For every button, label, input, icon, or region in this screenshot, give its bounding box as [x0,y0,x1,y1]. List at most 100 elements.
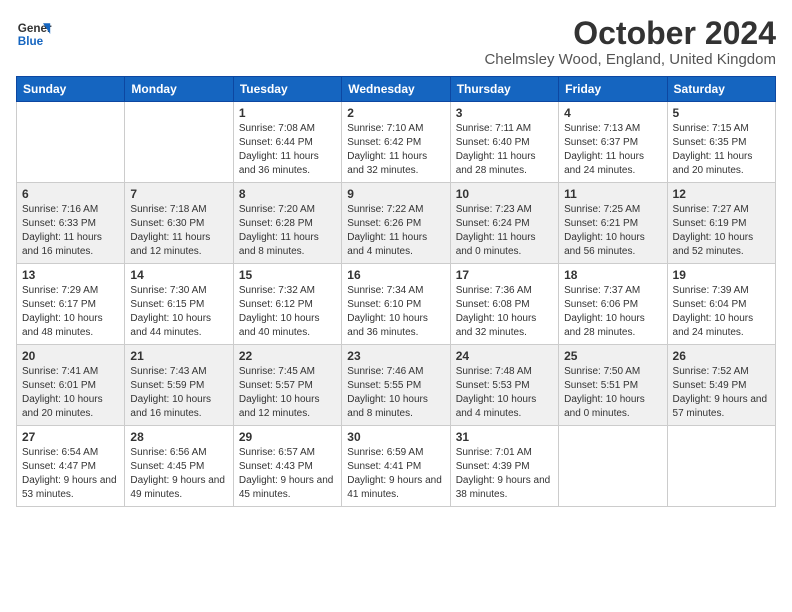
header-cell-tuesday: Tuesday [233,77,341,102]
calendar-cell: 1 Sunrise: 7:08 AM Sunset: 6:44 PM Daylig… [233,102,341,183]
day-info: Sunrise: 7:16 AM Sunset: 6:33 PM Dayligh… [22,203,119,259]
day-info: Sunrise: 7:39 AM Sunset: 6:04 PM Dayligh… [673,284,770,340]
day-number: 31 [456,430,553,444]
svg-text:Blue: Blue [18,35,44,48]
day-number: 5 [673,106,770,120]
day-number: 27 [22,430,119,444]
week-row-4: 20Sunrise: 7:41 AM Sunset: 6:01 PM Dayli… [17,345,776,426]
calendar-cell: 12 Sunrise: 7:27 AM Sunset: 6:19 PM Dayli… [667,183,775,264]
day-info: Sunrise: 7:13 AM Sunset: 6:37 PM Dayligh… [564,122,661,178]
day-info: Sunrise: 6:57 AM Sunset: 4:43 PM Dayligh… [239,446,336,502]
day-number: 22 [239,349,336,363]
day-number: 6 [22,187,119,201]
calendar-cell: 2 Sunrise: 7:10 AM Sunset: 6:42 PM Daylig… [342,102,450,183]
day-info: Sunrise: 7:34 AM Sunset: 6:10 PM Dayligh… [347,284,444,340]
day-number: 17 [456,268,553,282]
day-info: Sunrise: 7:18 AM Sunset: 6:30 PM Dayligh… [130,203,227,259]
day-number: 10 [456,187,553,201]
day-number: 24 [456,349,553,363]
calendar-cell [559,426,667,507]
calendar-cell: 31 Sunrise: 7:01 AM Sunset: 4:39 PM Dayli… [450,426,558,507]
day-info: Sunrise: 6:56 AM Sunset: 4:45 PM Dayligh… [130,446,227,502]
day-number: 26 [673,349,770,363]
day-info: Sunrise: 7:15 AM Sunset: 6:35 PM Dayligh… [673,122,770,178]
day-number: 29 [239,430,336,444]
calendar-cell: 20Sunrise: 7:41 AM Sunset: 6:01 PM Dayli… [17,345,125,426]
calendar-cell: 15 Sunrise: 7:32 AM Sunset: 6:12 PM Dayli… [233,264,341,345]
day-info: Sunrise: 7:20 AM Sunset: 6:28 PM Dayligh… [239,203,336,259]
day-info: Sunrise: 7:41 AM Sunset: 6:01 PM Dayligh… [22,365,119,421]
week-row-5: 27 Sunrise: 6:54 AM Sunset: 4:47 PM Dayli… [17,426,776,507]
day-number: 21 [130,349,227,363]
header-cell-wednesday: Wednesday [342,77,450,102]
header-cell-monday: Monday [125,77,233,102]
page-header: General Blue October 2024 Chelmsley Wood… [16,16,776,68]
day-info: Sunrise: 7:45 AM Sunset: 5:57 PM Dayligh… [239,365,336,421]
week-row-3: 13Sunrise: 7:29 AM Sunset: 6:17 PM Dayli… [17,264,776,345]
calendar-cell: 3 Sunrise: 7:11 AM Sunset: 6:40 PM Daylig… [450,102,558,183]
month-title: October 2024 [484,16,776,51]
day-info: Sunrise: 7:48 AM Sunset: 5:53 PM Dayligh… [456,365,553,421]
day-number: 11 [564,187,661,201]
day-info: Sunrise: 7:52 AM Sunset: 5:49 PM Dayligh… [673,365,770,421]
calendar-cell: 24 Sunrise: 7:48 AM Sunset: 5:53 PM Dayli… [450,345,558,426]
title-block: October 2024 Chelmsley Wood, England, Un… [484,16,776,68]
day-info: Sunrise: 7:25 AM Sunset: 6:21 PM Dayligh… [564,203,661,259]
day-info: Sunrise: 7:10 AM Sunset: 6:42 PM Dayligh… [347,122,444,178]
day-number: 3 [456,106,553,120]
calendar-cell: 18 Sunrise: 7:37 AM Sunset: 6:06 PM Dayli… [559,264,667,345]
day-number: 14 [130,268,227,282]
logo: General Blue [16,16,52,52]
day-number: 19 [673,268,770,282]
calendar-cell: 23Sunrise: 7:46 AM Sunset: 5:55 PM Dayli… [342,345,450,426]
day-info: Sunrise: 7:22 AM Sunset: 6:26 PM Dayligh… [347,203,444,259]
day-number: 18 [564,268,661,282]
day-info: Sunrise: 6:54 AM Sunset: 4:47 PM Dayligh… [22,446,119,502]
day-info: Sunrise: 7:37 AM Sunset: 6:06 PM Dayligh… [564,284,661,340]
logo-icon: General Blue [16,16,52,52]
day-number: 12 [673,187,770,201]
day-info: Sunrise: 7:46 AM Sunset: 5:55 PM Dayligh… [347,365,444,421]
day-number: 30 [347,430,444,444]
calendar-cell: 21 Sunrise: 7:43 AM Sunset: 5:59 PM Dayli… [125,345,233,426]
day-info: Sunrise: 7:27 AM Sunset: 6:19 PM Dayligh… [673,203,770,259]
calendar-cell: 29 Sunrise: 6:57 AM Sunset: 4:43 PM Dayli… [233,426,341,507]
day-number: 8 [239,187,336,201]
calendar-cell [125,102,233,183]
calendar-cell: 30Sunrise: 6:59 AM Sunset: 4:41 PM Dayli… [342,426,450,507]
calendar-cell: 8 Sunrise: 7:20 AM Sunset: 6:28 PM Daylig… [233,183,341,264]
calendar-cell: 16Sunrise: 7:34 AM Sunset: 6:10 PM Dayli… [342,264,450,345]
day-info: Sunrise: 7:43 AM Sunset: 5:59 PM Dayligh… [130,365,227,421]
day-info: Sunrise: 7:08 AM Sunset: 6:44 PM Dayligh… [239,122,336,178]
calendar-cell: 7 Sunrise: 7:18 AM Sunset: 6:30 PM Daylig… [125,183,233,264]
calendar-cell [667,426,775,507]
calendar-table: SundayMondayTuesdayWednesdayThursdayFrid… [16,76,776,507]
day-number: 15 [239,268,336,282]
calendar-cell: 28 Sunrise: 6:56 AM Sunset: 4:45 PM Dayli… [125,426,233,507]
day-number: 7 [130,187,227,201]
week-row-2: 6 Sunrise: 7:16 AM Sunset: 6:33 PM Daylig… [17,183,776,264]
day-number: 28 [130,430,227,444]
day-number: 1 [239,106,336,120]
calendar-body: 1 Sunrise: 7:08 AM Sunset: 6:44 PM Daylig… [17,102,776,507]
header-cell-thursday: Thursday [450,77,558,102]
header-row: SundayMondayTuesdayWednesdayThursdayFrid… [17,77,776,102]
day-info: Sunrise: 7:30 AM Sunset: 6:15 PM Dayligh… [130,284,227,340]
calendar-cell: 5 Sunrise: 7:15 AM Sunset: 6:35 PM Daylig… [667,102,775,183]
calendar-cell: 22 Sunrise: 7:45 AM Sunset: 5:57 PM Dayli… [233,345,341,426]
location-subtitle: Chelmsley Wood, England, United Kingdom [484,51,776,68]
day-info: Sunrise: 7:50 AM Sunset: 5:51 PM Dayligh… [564,365,661,421]
day-info: Sunrise: 7:23 AM Sunset: 6:24 PM Dayligh… [456,203,553,259]
calendar-cell: 13Sunrise: 7:29 AM Sunset: 6:17 PM Dayli… [17,264,125,345]
calendar-cell: 9Sunrise: 7:22 AM Sunset: 6:26 PM Daylig… [342,183,450,264]
day-info: Sunrise: 7:01 AM Sunset: 4:39 PM Dayligh… [456,446,553,502]
calendar-cell [17,102,125,183]
day-number: 2 [347,106,444,120]
header-cell-friday: Friday [559,77,667,102]
day-info: Sunrise: 7:11 AM Sunset: 6:40 PM Dayligh… [456,122,553,178]
calendar-cell: 26 Sunrise: 7:52 AM Sunset: 5:49 PM Dayli… [667,345,775,426]
header-cell-sunday: Sunday [17,77,125,102]
day-number: 13 [22,268,119,282]
week-row-1: 1 Sunrise: 7:08 AM Sunset: 6:44 PM Daylig… [17,102,776,183]
day-info: Sunrise: 7:32 AM Sunset: 6:12 PM Dayligh… [239,284,336,340]
